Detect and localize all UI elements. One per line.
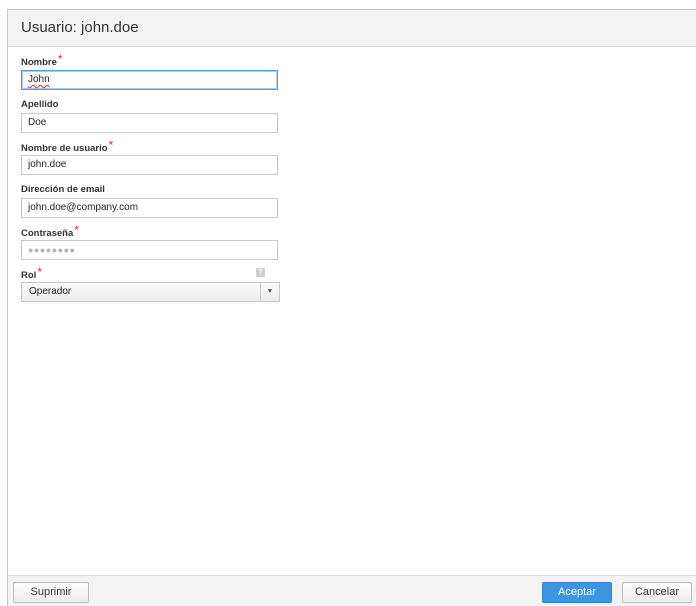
- email-label: Dirección de email: [21, 184, 105, 195]
- password-label: Contraseña*: [21, 223, 79, 239]
- role-label: Rol*: [21, 265, 42, 281]
- role-value: Operador: [29, 286, 72, 297]
- accept-button[interactable]: Aceptar: [542, 582, 612, 603]
- username-label: Nombre de usuario*: [21, 138, 114, 154]
- dialog-title: Usuario: john.doe: [21, 19, 139, 36]
- last-name-field[interactable]: Doe: [21, 113, 278, 133]
- username-field[interactable]: john.doe: [21, 155, 278, 175]
- required-marker: *: [74, 223, 79, 237]
- role-label-text: Rol: [21, 270, 37, 281]
- first-name-label-text: Nombre: [21, 57, 57, 68]
- required-marker: *: [57, 52, 63, 66]
- help-icon[interactable]: ?: [256, 268, 265, 277]
- password-field[interactable]: ●●●●●●●●: [21, 240, 278, 260]
- first-name-label: Nombre*: [21, 52, 63, 68]
- email-value: john.doe@company.com: [28, 202, 139, 213]
- first-name-field[interactable]: John: [21, 70, 278, 90]
- delete-button[interactable]: Suprimir: [13, 582, 89, 603]
- required-marker: *: [37, 265, 42, 279]
- chevron-down-icon[interactable]: ▼: [260, 283, 279, 301]
- last-name-label: Apellido: [21, 99, 58, 110]
- password-value: ●●●●●●●●: [28, 245, 76, 255]
- dialog-footer: Suprimir Aceptar Cancelar: [8, 575, 696, 606]
- first-name-value: John: [28, 74, 50, 85]
- password-label-text: Contraseña: [21, 228, 74, 239]
- role-select[interactable]: Operador ▼: [21, 282, 280, 302]
- user-dialog: Usuario: john.doe Nombre* John Apellido …: [7, 9, 696, 606]
- email-label-text: Dirección de email: [21, 184, 105, 195]
- dialog-header: Usuario: john.doe: [8, 10, 696, 47]
- cancel-button[interactable]: Cancelar: [622, 582, 692, 603]
- last-name-label-text: Apellido: [21, 99, 59, 110]
- username-value: john.doe: [28, 159, 67, 170]
- email-field[interactable]: john.doe@company.com: [21, 198, 278, 218]
- last-name-value: Doe: [28, 117, 47, 128]
- username-label-text: Nombre de usuario: [21, 143, 108, 154]
- required-marker: *: [108, 138, 114, 152]
